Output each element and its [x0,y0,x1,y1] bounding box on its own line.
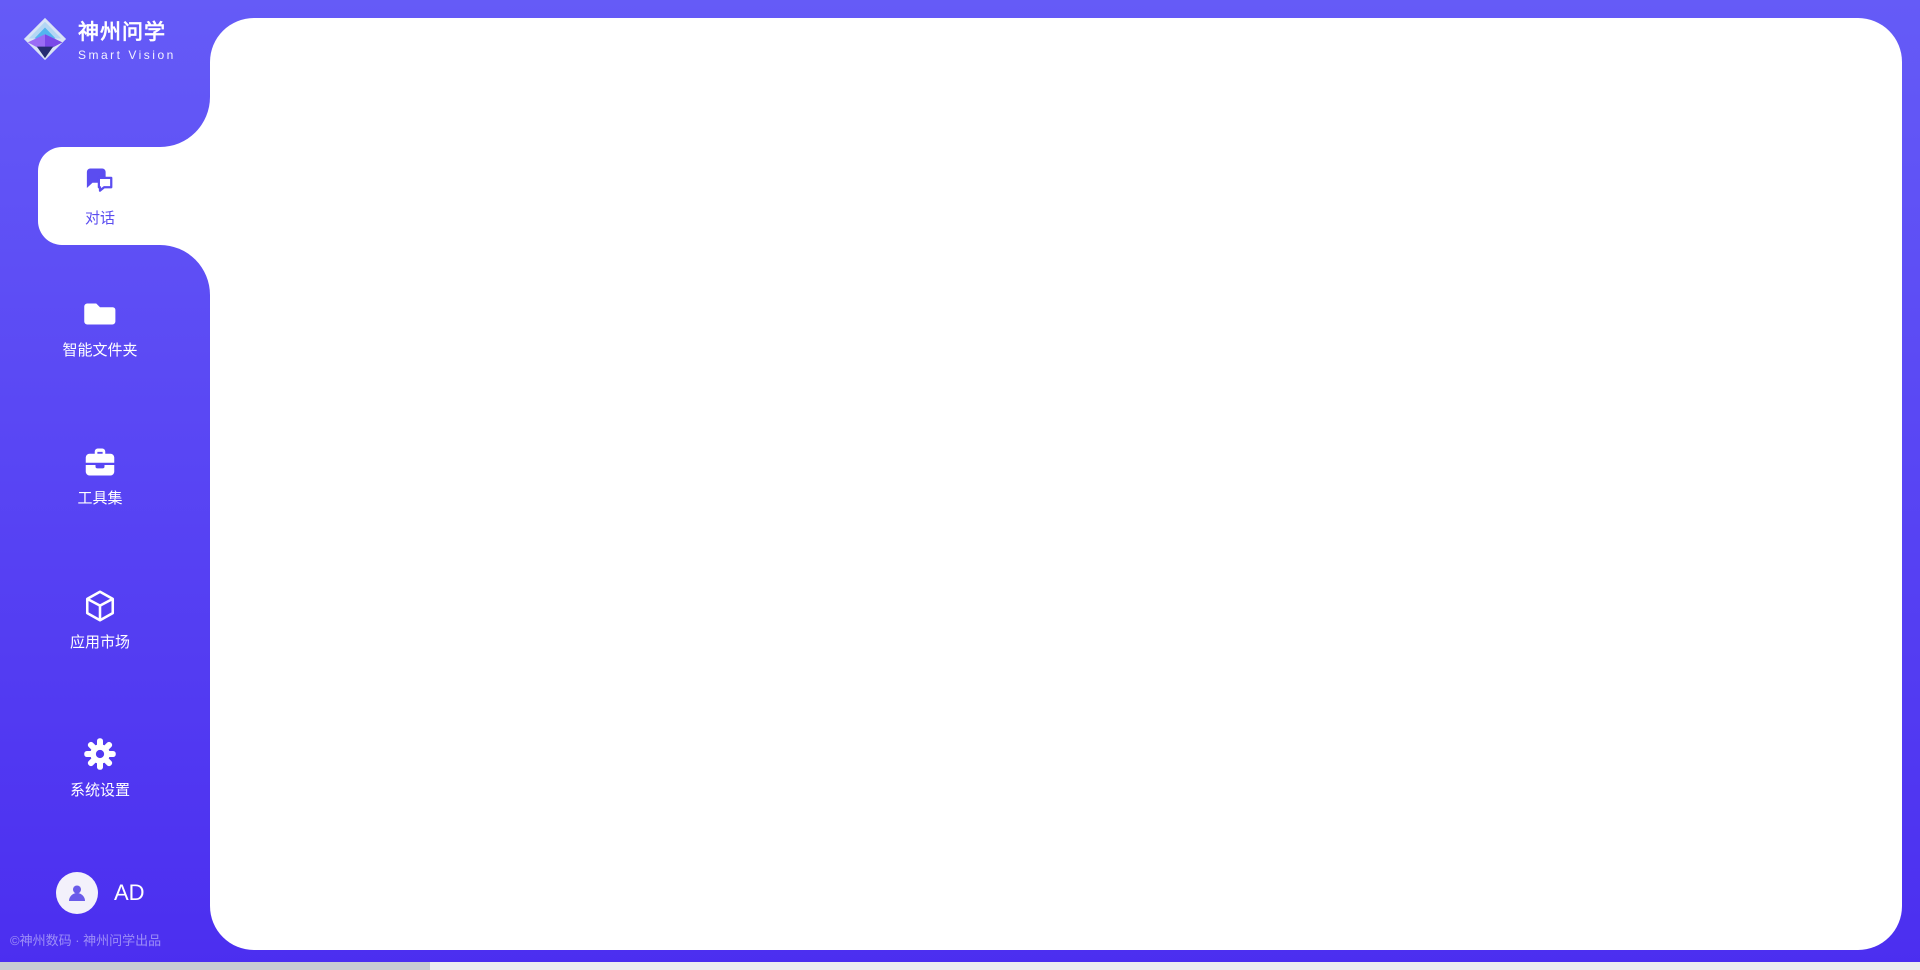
brand-subtitle: Smart Vision [78,48,176,62]
sidebar-item-toolset[interactable]: 工具集 [0,444,200,508]
sidebar-item-settings[interactable]: 系统设置 [0,736,200,800]
cube-icon [82,588,118,624]
sidebar-item-label: 系统设置 [70,779,130,800]
copyright-text: ©神州数码 · 神州问学出品 [10,930,200,949]
sidebar-item-label: 工具集 [77,487,122,508]
avatar [56,872,98,914]
sidebar-item-app-market[interactable]: 应用市场 [0,588,200,652]
gear-icon [82,736,118,772]
horizontal-scrollbar[interactable] [0,962,1920,970]
brand-name: 神州问学 [78,16,176,46]
main-content-panel [210,18,1902,950]
sidebar: 神州问学 Smart Vision 智能文件夹 工具集 应用市场 [0,0,210,970]
folder-icon [82,296,118,332]
person-icon [65,881,89,905]
scrollbar-thumb[interactable] [0,962,430,970]
sidebar-item-smart-folder[interactable]: 智能文件夹 [0,296,200,360]
brand: 神州问学 Smart Vision [22,16,176,62]
brand-diamond-logo-icon [22,16,68,62]
user-account[interactable]: AD [56,872,145,914]
toolbox-icon [82,444,118,480]
sidebar-item-label: 应用市场 [70,631,130,652]
sidebar-item-label: 智能文件夹 [62,339,137,360]
user-name: AD [114,880,145,906]
